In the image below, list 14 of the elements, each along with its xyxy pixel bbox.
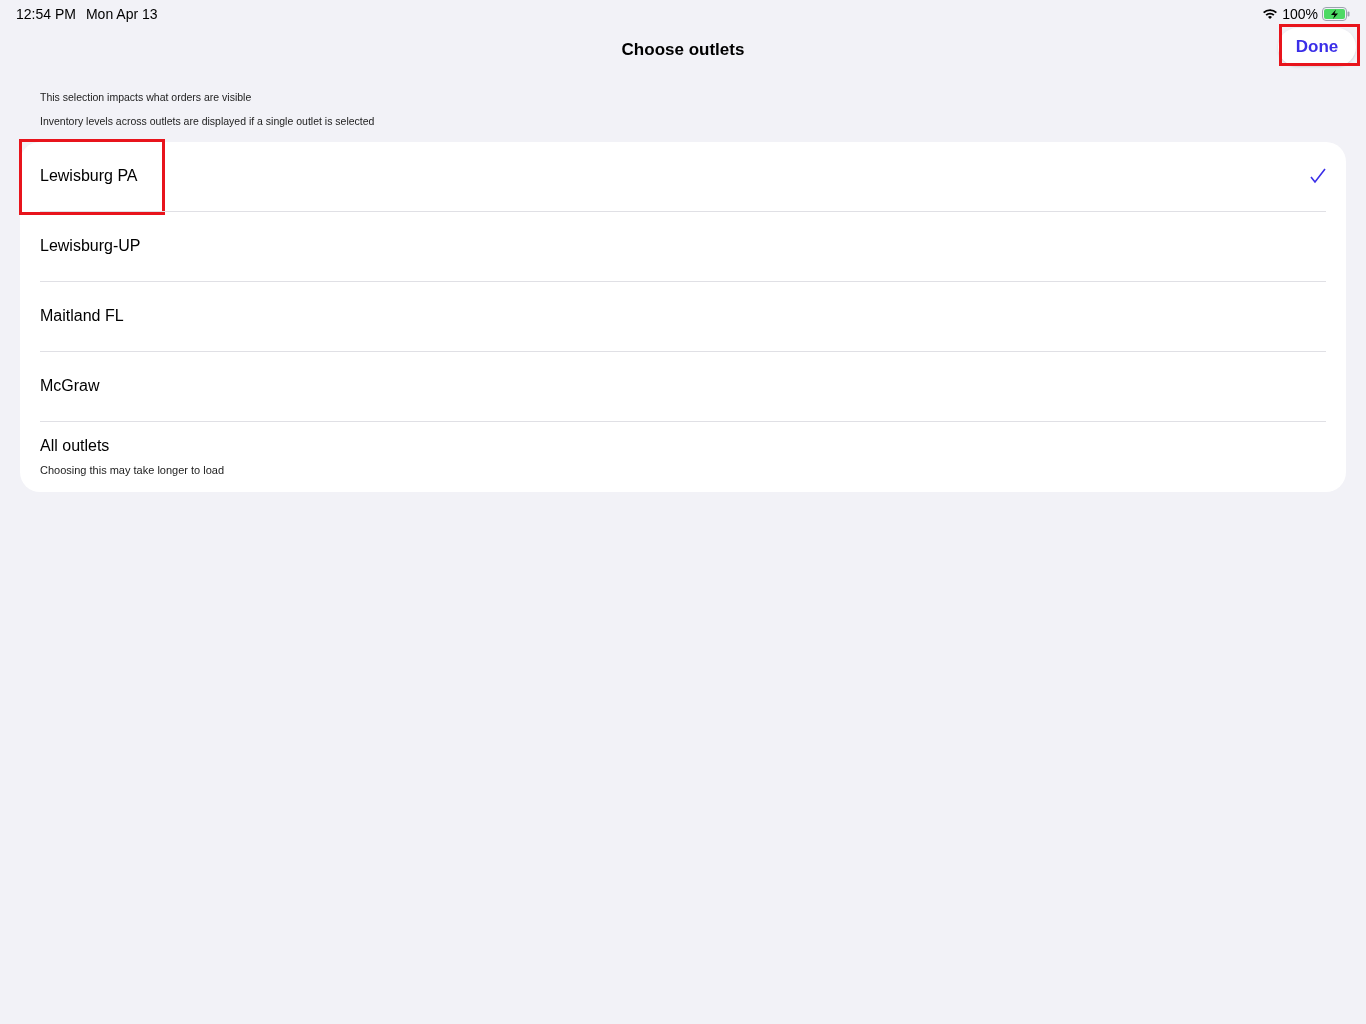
status-date: Mon Apr 13 xyxy=(85,4,158,24)
outlet-label: McGraw xyxy=(40,376,100,396)
info-note: Inventory levels across outlets are displayed if a single outlet is selected xyxy=(40,113,376,129)
outlet-label: Lewisburg PA xyxy=(40,166,138,186)
outlet-label: Lewisburg-UP xyxy=(40,236,141,256)
status-time: 12:54 PM xyxy=(16,4,76,24)
battery-charging-icon xyxy=(1322,7,1350,21)
info-note: This selection impacts what orders are visible xyxy=(40,90,253,105)
battery-percent: 100% xyxy=(1282,4,1318,24)
outlet-label: All outlets xyxy=(40,436,111,457)
wifi-icon xyxy=(1262,8,1279,20)
outlet-subtitle: Choosing this may take longer to load xyxy=(40,463,225,479)
page-title: Choose outlets xyxy=(621,39,745,62)
outlet-label: Maitland FL xyxy=(40,306,124,326)
